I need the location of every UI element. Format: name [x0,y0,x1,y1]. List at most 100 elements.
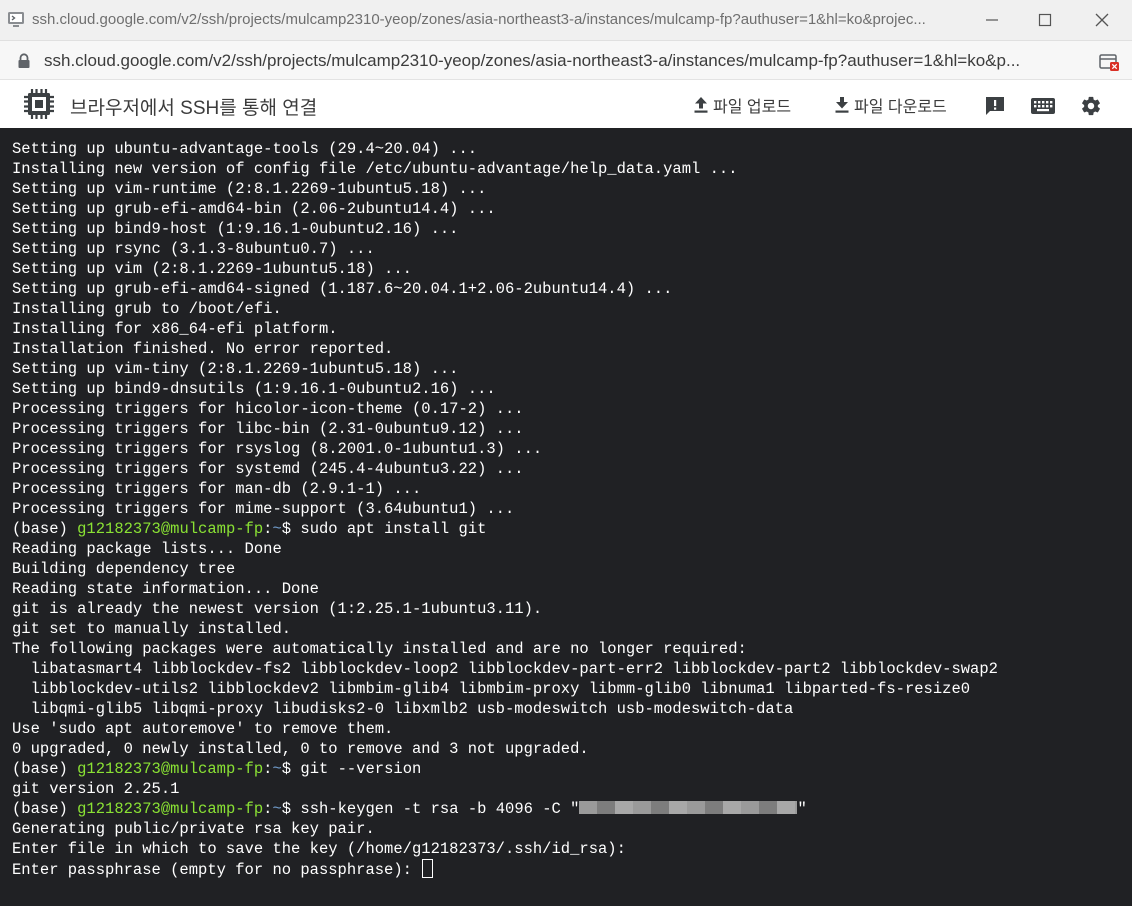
terminal-line-text: Setting up vim-tiny (2:8.1.2269-1ubuntu5… [12,360,459,378]
terminal-line-text: Setting up rsync (3.1.3-8ubuntu0.7) ... [12,240,375,258]
terminal-line: Use 'sudo apt autoremove' to remove them… [12,719,998,739]
ssh-app-icon [8,12,24,27]
prompt-sign: $ [281,760,301,778]
minimize-button[interactable] [980,8,1004,32]
terminal-line-text: Enter file in which to save the key (/ho… [12,840,626,858]
upload-file-label: 파일 업로드 [713,99,792,116]
window-title: ssh.cloud.google.com/v2/ssh/projects/mul… [32,11,926,28]
terminal-line-text: git is already the newest version (1:2.2… [12,600,543,618]
terminal-line: Installing for x86_64-efi platform. [12,319,998,339]
terminal-line-text: Setting up vim (2:8.1.2269-1ubuntu5.18) … [12,260,412,278]
terminal-line: Building dependency tree [12,559,998,579]
download-icon [835,97,849,113]
terminal-line: Setting up grub-efi-amd64-bin (2.06-2ubu… [12,199,998,219]
terminal-line: Reading package lists... Done [12,539,998,559]
page-title: 브라우저에서 SSH를 통해 연결 [70,98,318,119]
site-settings-icon[interactable] [1098,50,1120,72]
terminal-line-text: Processing triggers for libc-bin (2.31-0… [12,420,524,438]
window-titlebar: ssh.cloud.google.com/v2/ssh/projects/mul… [0,0,1132,41]
terminal-line: Installing new version of config file /e… [12,159,998,179]
terminal-line: libatasmart4 libblockdev-fs2 libblockdev… [12,659,998,679]
terminal-line: Reading state information... Done [12,579,998,599]
minimize-icon [986,19,998,21]
terminal-line-text: libblockdev-utils2 libblockdev2 libmbim-… [12,680,971,698]
gear-icon [1082,96,1100,116]
terminal-line-text: libatasmart4 libblockdev-fs2 libblockdev… [12,660,998,678]
terminal-line: Setting up vim-runtime (2:8.1.2269-1ubun… [12,179,998,199]
keyboard-icon [1031,98,1055,114]
prompt-sign: $ [281,800,301,818]
terminal-line-text: Installation finished. No error reported… [12,340,394,358]
redacted-email [579,801,798,814]
terminal-line: Setting up bind9-host (1:9.16.1-0ubuntu2… [12,219,998,239]
keyboard-button[interactable] [1030,94,1056,118]
terminal-line-text: Processing triggers for man-db (2.9.1-1)… [12,480,422,498]
terminal-line: Setting up vim (2:8.1.2269-1ubuntu5.18) … [12,259,998,279]
prompt-path: ~ [272,760,282,778]
terminal-line-text: Building dependency tree [12,560,236,578]
download-file-button[interactable]: 파일 다운로드 [834,93,947,117]
prompt-user-host: g12182373@mulcamp-fp [77,800,264,818]
prompt-command: sudo apt install git [300,520,487,538]
terminal-line-text: Processing triggers for systemd (245.4-4… [12,460,524,478]
terminal-line: Processing triggers for systemd (245.4-4… [12,459,998,479]
lock-icon [18,53,30,68]
terminal-line-text: Reading package lists... Done [12,540,282,558]
url-text[interactable]: ssh.cloud.google.com/v2/ssh/projects/mul… [44,51,1089,71]
terminal-line: Setting up vim-tiny (2:8.1.2269-1ubuntu5… [12,359,998,379]
terminal-line-text: Processing triggers for mime-support (3.… [12,500,515,518]
terminal-line-text: Setting up bind9-host (1:9.16.1-0ubuntu2… [12,220,459,238]
terminal-line-text: libqmi-glib5 libqmi-proxy libudisks2-0 l… [12,700,794,718]
terminal-line: Setting up bind9-dnsutils (1:9.16.1-0ubu… [12,379,998,399]
terminal-line: The following packages were automaticall… [12,639,998,659]
terminal-prompt-line: (base) g12182373@mulcamp-fp:~$ ssh-keyge… [12,799,998,819]
settings-button[interactable] [1079,94,1103,118]
terminal-line-text: Setting up ubuntu-advantage-tools (29.4~… [12,140,478,158]
terminal-line: libqmi-glib5 libqmi-proxy libudisks2-0 l… [12,699,998,719]
terminal[interactable]: Setting up ubuntu-advantage-tools (29.4~… [0,128,1132,906]
prompt-command-tail: " [797,800,807,818]
close-button[interactable] [1090,8,1114,32]
address-bar: ssh.cloud.google.com/v2/ssh/projects/mul… [0,41,1132,80]
terminal-line-text: Use 'sudo apt autoremove' to remove them… [12,720,394,738]
terminal-line: Installing grub to /boot/efi. [12,299,998,319]
ssh-toolbar: 브라우저에서 SSH를 통해 연결 파일 업로드 파일 다운로드 [0,80,1132,128]
terminal-line: libblockdev-utils2 libblockdev2 libmbim-… [12,679,998,699]
maximize-button[interactable] [1033,8,1057,32]
upload-icon [694,97,708,113]
prompt-user-host: g12182373@mulcamp-fp [77,760,264,778]
terminal-line: Setting up ubuntu-advantage-tools (29.4~… [12,139,998,159]
prompt-user-host: g12182373@mulcamp-fp [77,520,264,538]
terminal-line: Setting up rsync (3.1.3-8ubuntu0.7) ... [12,239,998,259]
terminal-line: Enter passphrase (empty for no passphras… [12,859,998,879]
terminal-output: Setting up ubuntu-advantage-tools (29.4~… [12,139,998,879]
terminal-prompt-line: (base) g12182373@mulcamp-fp:~$ git --ver… [12,759,998,779]
terminal-line-text: Setting up grub-efi-amd64-bin (2.06-2ubu… [12,200,496,218]
terminal-line-text: Enter passphrase (empty for no passphras… [12,861,422,879]
terminal-line: git version 2.25.1 [12,779,998,799]
close-icon [1095,13,1109,27]
terminal-line-text: Processing triggers for hicolor-icon-the… [12,400,524,418]
terminal-line: Processing triggers for hicolor-icon-the… [12,399,998,419]
terminal-line-text: Installing new version of config file /e… [12,160,738,178]
terminal-line: Generating public/private rsa key pair. [12,819,998,839]
terminal-cursor [422,859,434,878]
terminal-line-text: git version 2.25.1 [12,780,180,798]
prompt-path: ~ [272,800,282,818]
prompt-path: ~ [272,520,282,538]
terminal-line-text: Installing for x86_64-efi platform. [12,320,338,338]
terminal-line: Processing triggers for man-db (2.9.1-1)… [12,479,998,499]
terminal-line-text: git set to manually installed. [12,620,292,638]
prompt-command: git --version [300,760,422,778]
terminal-line: Processing triggers for libc-bin (2.31-0… [12,419,998,439]
terminal-line: Installation finished. No error reported… [12,339,998,359]
upload-file-button[interactable]: 파일 업로드 [693,93,791,117]
terminal-line: Enter file in which to save the key (/ho… [12,839,998,859]
terminal-line: Processing triggers for mime-support (3.… [12,499,998,519]
feedback-button[interactable] [983,94,1007,118]
terminal-line-text: The following packages were automaticall… [12,640,747,658]
terminal-line-text: 0 upgraded, 0 newly installed, 0 to remo… [12,740,589,758]
terminal-line: Processing triggers for rsyslog (8.2001.… [12,439,998,459]
maximize-icon [1038,13,1052,27]
terminal-line: Setting up grub-efi-amd64-signed (1.187.… [12,279,998,299]
